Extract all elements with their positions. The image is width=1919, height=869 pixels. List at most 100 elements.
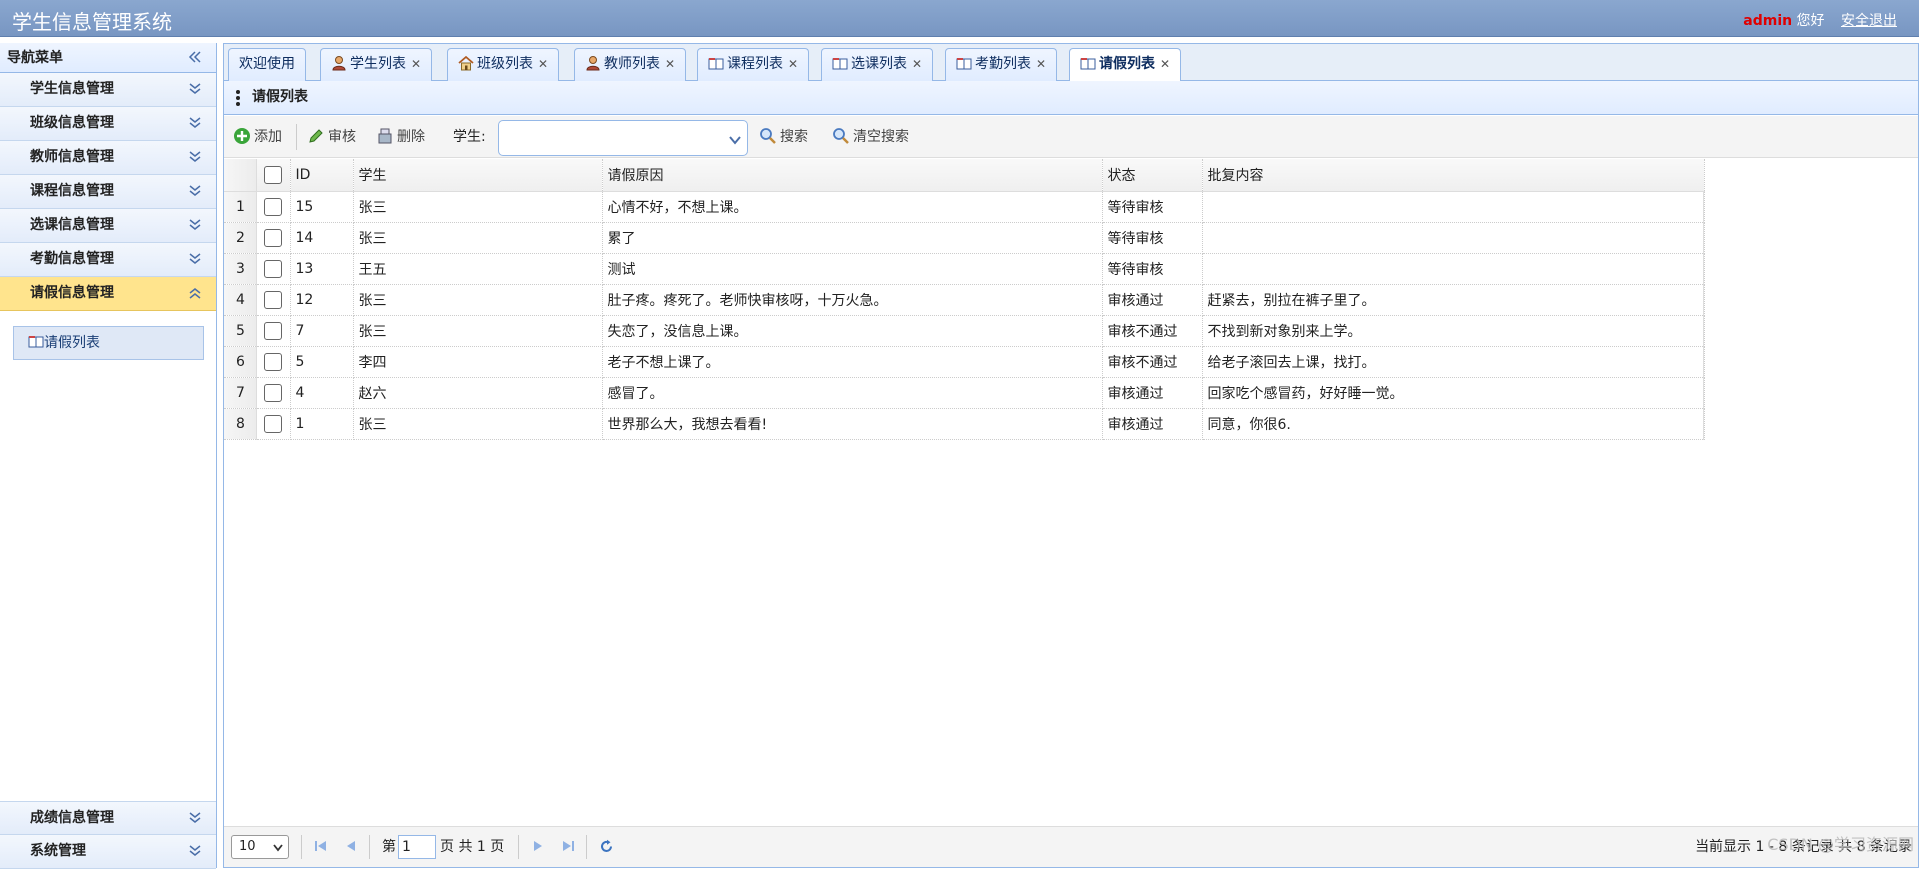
row-number: 1 xyxy=(224,191,257,223)
add-button[interactable]: 添加 xyxy=(233,116,282,158)
close-icon[interactable]: ✕ xyxy=(1160,57,1170,71)
table-row[interactable]: 4 12 张三 肚子疼。疼死了。老师快审核呀，十万火急。 审核通过 赶紧去，别拉在裤子里了… xyxy=(224,284,1705,316)
page-size-select[interactable]: 10 xyxy=(231,835,289,859)
nav-item-system[interactable]: 系统管理 xyxy=(0,835,216,869)
next-page-icon[interactable] xyxy=(531,839,545,857)
table-row[interactable]: 5 7 张三 失恋了，没信息上课。 审核不通过 不找到新对象别来上学。 xyxy=(224,315,1705,347)
row-checkbox[interactable] xyxy=(256,222,291,254)
close-icon[interactable]: ✕ xyxy=(538,57,548,71)
table-row[interactable]: 2 14 张三 累了 等待审核 xyxy=(224,222,1705,254)
cell-status: 等待审核 xyxy=(1102,222,1203,254)
column-header-status[interactable]: 状态 xyxy=(1102,159,1203,192)
greeting-text: 您好 xyxy=(1796,13,1825,29)
delete-label: 删除 xyxy=(397,129,425,145)
column-header-student[interactable]: 学生 xyxy=(353,159,603,192)
nav-leaf-leave-list[interactable]: 请假列表 xyxy=(13,326,204,360)
row-number: 8 xyxy=(224,408,257,440)
page-total-text: 页 共 1 页 xyxy=(440,839,505,855)
cell-reply xyxy=(1202,222,1705,254)
cell-student: 赵六 xyxy=(353,377,603,409)
cell-status: 审核通过 xyxy=(1102,408,1203,440)
close-icon[interactable]: ✕ xyxy=(411,57,421,71)
table-row[interactable]: 7 4 赵六 感冒了。 审核通过 回家吃个感冒药，好好睡一觉。 xyxy=(224,377,1705,409)
close-icon[interactable]: ✕ xyxy=(788,57,798,71)
tab-teachers[interactable]: 教师列表 ✕ xyxy=(574,48,687,81)
close-icon[interactable]: ✕ xyxy=(912,57,922,71)
book-icon xyxy=(956,52,972,83)
cell-status: 审核通过 xyxy=(1102,377,1203,409)
audit-label: 审核 xyxy=(328,129,356,145)
student-filter-label: 学生: xyxy=(453,129,486,145)
column-header-id[interactable]: ID xyxy=(290,159,354,192)
nav-item-label: 成绩信息管理 xyxy=(30,810,114,826)
student-combobox[interactable] xyxy=(498,120,748,156)
row-checkbox[interactable] xyxy=(256,346,291,378)
logout-link[interactable]: 安全退出 xyxy=(1841,13,1897,29)
audit-button[interactable]: 审核 xyxy=(307,116,356,158)
chevron-down-icon xyxy=(188,175,204,205)
tab-label: 学生列表 xyxy=(350,56,406,72)
close-icon[interactable]: ✕ xyxy=(665,57,675,71)
column-header-reply[interactable]: 批复内容 xyxy=(1202,159,1705,192)
row-checkbox[interactable] xyxy=(256,284,291,316)
collapse-left-icon[interactable] xyxy=(188,43,204,73)
table-row[interactable]: 6 5 李四 老子不想上课了。 审核不通过 给老子滚回去上课，找打。 xyxy=(224,346,1705,378)
search-label: 搜索 xyxy=(780,129,808,145)
search-button[interactable]: 搜索 xyxy=(759,116,808,158)
cell-student: 张三 xyxy=(353,222,603,254)
table-row[interactable]: 8 1 张三 世界那么大，我想去看看! 审核通过 同意，你很6. xyxy=(224,408,1705,440)
search-icon xyxy=(833,128,849,144)
pagination-bar: 10 第 1 页 共 1 页 当前显示 1 - 8 条记录 共 8 条记录 CS… xyxy=(224,826,1918,867)
cell-reason: 老子不想上课了。 xyxy=(602,346,1103,378)
cell-reply: 给老子滚回去上课，找打。 xyxy=(1202,346,1705,378)
clear-search-button[interactable]: 清空搜索 xyxy=(832,116,909,158)
row-number: 3 xyxy=(224,253,257,285)
nav-item-attendance[interactable]: 考勤信息管理 xyxy=(0,243,216,277)
tab-courses[interactable]: 课程列表 ✕ xyxy=(697,48,810,81)
column-header-reason[interactable]: 请假原因 xyxy=(602,159,1103,192)
chevron-down-icon[interactable] xyxy=(729,133,741,149)
nav-item-teacher[interactable]: 教师信息管理 xyxy=(0,141,216,175)
prev-page-icon[interactable] xyxy=(344,839,358,857)
row-checkbox[interactable] xyxy=(256,315,291,347)
table-row[interactable]: 1 15 张三 心情不好，不想上课。 等待审核 xyxy=(224,191,1705,223)
nav-item-class[interactable]: 班级信息管理 xyxy=(0,107,216,141)
tab-students[interactable]: 学生列表 ✕ xyxy=(320,48,433,81)
delete-button[interactable]: 删除 xyxy=(376,116,425,158)
last-page-icon[interactable] xyxy=(561,839,575,857)
row-checkbox[interactable] xyxy=(256,253,291,285)
close-icon[interactable]: ✕ xyxy=(1036,57,1046,71)
cell-id: 5 xyxy=(290,346,354,378)
tab-attendance[interactable]: 考勤列表 ✕ xyxy=(945,48,1058,83)
cell-id: 12 xyxy=(290,284,354,316)
row-checkbox[interactable] xyxy=(256,377,291,409)
nav-item-selection[interactable]: 选课信息管理 xyxy=(0,209,216,243)
nav-item-label: 选课信息管理 xyxy=(30,217,114,233)
tab-selections[interactable]: 选课列表 ✕ xyxy=(821,48,934,81)
first-page-icon[interactable] xyxy=(314,839,328,857)
nav-item-label: 系统管理 xyxy=(30,843,86,859)
tab-welcome[interactable]: 欢迎使用 xyxy=(228,48,306,81)
nav-item-label: 请假信息管理 xyxy=(30,285,114,301)
nav-item-leave[interactable]: 请假信息管理 xyxy=(0,277,216,311)
chevron-down-icon xyxy=(188,209,204,239)
nav-item-score[interactable]: 成绩信息管理 xyxy=(0,801,216,835)
row-checkbox[interactable] xyxy=(256,191,291,223)
table-row[interactable]: 3 13 王五 测试 等待审核 xyxy=(224,253,1705,285)
row-number: 2 xyxy=(224,222,257,254)
chevron-down-icon xyxy=(273,836,283,866)
panel-title-bar: 请假列表 xyxy=(224,81,1918,115)
refresh-icon[interactable] xyxy=(599,839,614,858)
app-header: 学生信息管理系统 admin 您好 安全退出 xyxy=(0,0,1919,37)
tab-classes[interactable]: 班级列表 ✕ xyxy=(447,48,560,81)
page-number-input[interactable]: 1 xyxy=(398,835,436,859)
nav-item-student[interactable]: 学生信息管理 xyxy=(0,73,216,107)
cell-reply: 赶紧去，别拉在裤子里了。 xyxy=(1202,284,1705,316)
row-checkbox[interactable] xyxy=(256,408,291,440)
tab-label: 班级列表 xyxy=(477,56,533,72)
nav-item-course[interactable]: 课程信息管理 xyxy=(0,175,216,209)
row-number: 4 xyxy=(224,284,257,316)
nav-item-label: 学生信息管理 xyxy=(30,81,114,97)
tab-leave[interactable]: 请假列表 ✕ xyxy=(1069,48,1182,82)
select-all-checkbox[interactable] xyxy=(256,159,291,192)
